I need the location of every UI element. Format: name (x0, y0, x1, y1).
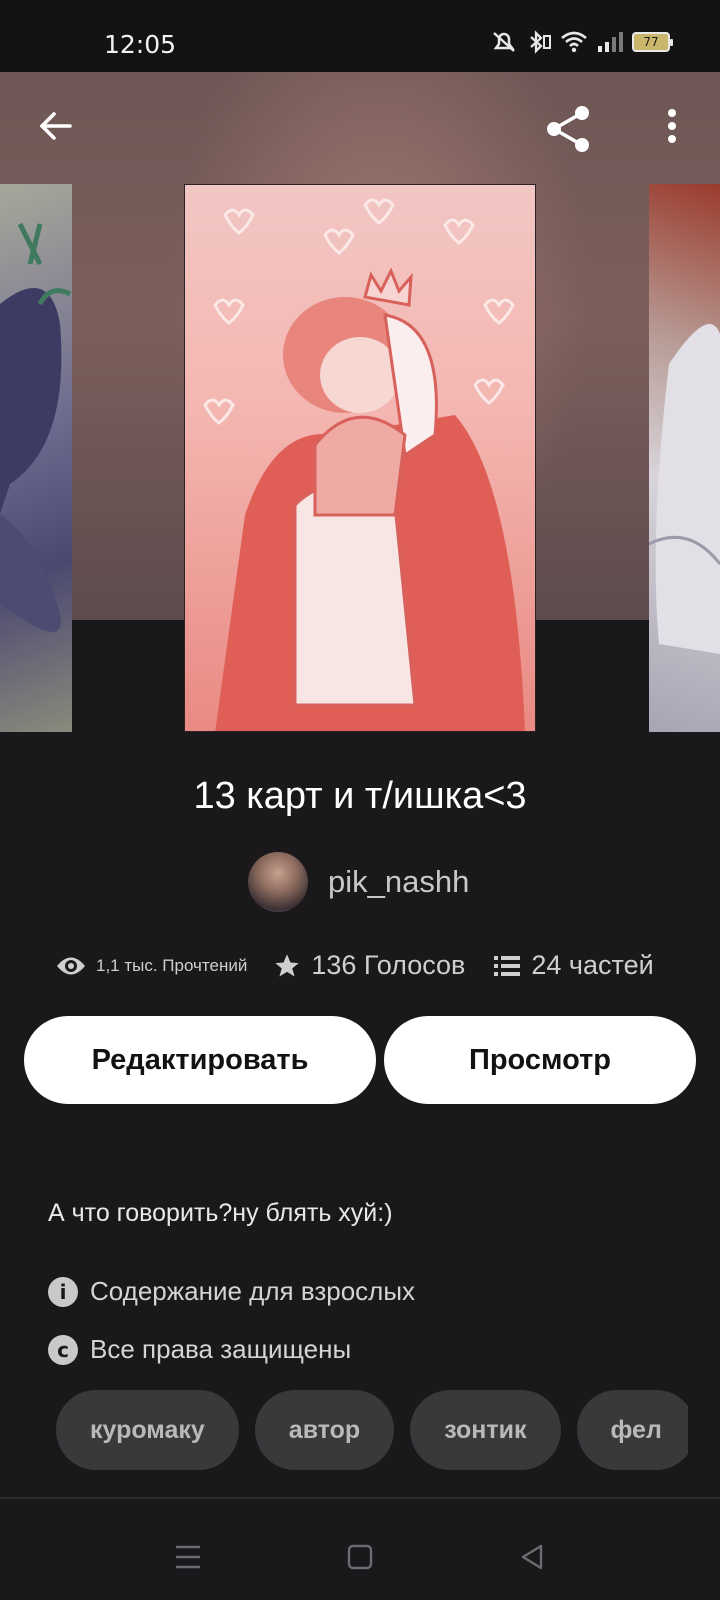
more-vert-icon (668, 109, 676, 143)
mute-notification-icon (493, 32, 515, 52)
status-icons: 77 (490, 30, 673, 54)
tag-list: куромаку автор зонтик фел (56, 1390, 688, 1470)
votes-stat: 136 Голосов (273, 950, 465, 981)
story-title: 13 карт и т/ишка<3 (193, 775, 527, 817)
author-name[interactable]: pik_nashh (328, 864, 469, 900)
next-cover[interactable] (649, 184, 720, 732)
wifi-icon (561, 31, 587, 53)
bluetooth-icon (530, 30, 551, 54)
info-icon: i (48, 1276, 78, 1307)
copyright-label: Все права защищены (90, 1334, 352, 1364)
status-time: 12:05 (104, 30, 177, 59)
mature-content-label: Содержание для взрослых (90, 1276, 416, 1306)
story-cover[interactable] (184, 184, 536, 732)
tag-chip[interactable]: фел (576, 1390, 688, 1470)
home-button[interactable] (338, 1535, 382, 1579)
previous-cover[interactable] (0, 184, 72, 732)
star-icon (275, 953, 300, 976)
parts-count: 24 частей (531, 950, 654, 980)
share-icon (547, 106, 589, 152)
signal-icon (598, 32, 623, 52)
eye-icon (57, 957, 85, 974)
parts-stat: 24 частей (493, 950, 654, 981)
tag-chip[interactable]: зонтик (410, 1390, 561, 1470)
menu-icon (176, 1545, 200, 1569)
tag-chip[interactable]: автор (254, 1390, 395, 1470)
mature-content-row: i Содержание для взрослых (48, 1276, 415, 1307)
status-bar: 12:05 77 (0, 0, 720, 72)
divider (0, 1497, 720, 1499)
share-button[interactable] (544, 104, 594, 154)
square-icon (347, 1544, 373, 1570)
author-avatar[interactable] (248, 852, 308, 912)
story-description: А что говорить?ну блять хуй:) (48, 1199, 393, 1227)
reads-stat: 1,1 тыс. Прочтений (56, 955, 247, 977)
back-nav-button[interactable] (510, 1535, 554, 1579)
more-options-button[interactable] (650, 104, 694, 148)
list-icon (494, 955, 521, 976)
arrow-left-icon (40, 112, 72, 140)
story-stats: 1,1 тыс. Прочтений 136 Голосов 24 частей (56, 950, 676, 981)
view-button[interactable]: Просмотр (384, 1016, 696, 1104)
tag-chip[interactable]: куромаку (56, 1390, 239, 1470)
triangle-back-icon (521, 1544, 543, 1570)
author-row[interactable]: pik_nashh (248, 852, 469, 912)
votes-count: 136 Голосов (311, 950, 466, 980)
battery-icon: 77 (632, 32, 673, 52)
edit-button[interactable]: Редактировать (24, 1016, 376, 1104)
copyright-row: c Все права защищены (48, 1334, 351, 1365)
back-button[interactable] (34, 104, 78, 148)
recent-apps-button[interactable] (166, 1535, 210, 1579)
reads-count: 1,1 тыс. Прочтений (96, 955, 248, 975)
copyright-icon: c (48, 1334, 78, 1365)
